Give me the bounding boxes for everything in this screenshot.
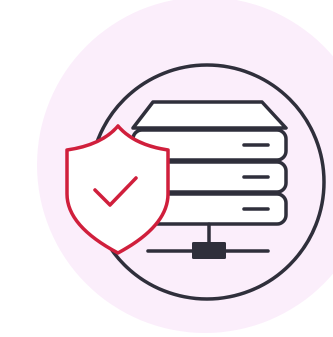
server-top-cap (131, 100, 288, 130)
connector-node (192, 242, 226, 259)
server-security-illustration (37, 0, 333, 333)
illustration-stage (0, 0, 333, 337)
